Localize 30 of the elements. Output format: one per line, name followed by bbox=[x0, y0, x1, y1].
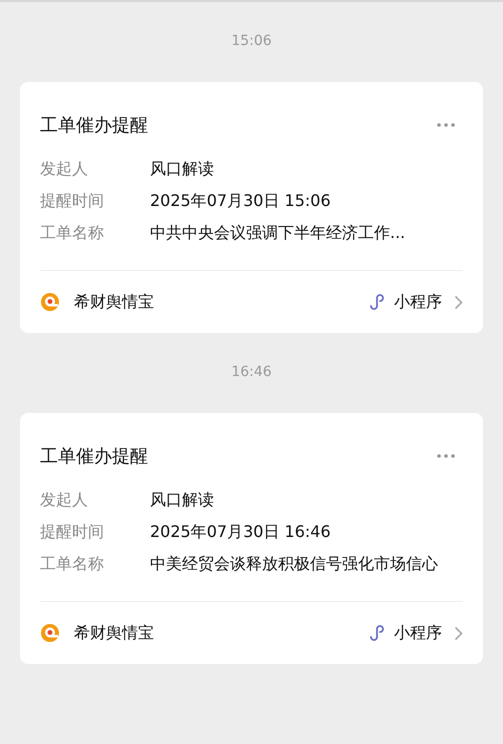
field-label: 发起人 bbox=[40, 158, 89, 180]
field-value: 2025年07月30日 16:46 bbox=[150, 521, 332, 543]
field-label: 提醒时间 bbox=[40, 521, 105, 543]
more-icon[interactable] bbox=[437, 123, 455, 127]
timestamp: 16:46 bbox=[230, 363, 273, 381]
field-value: 风口解读 bbox=[150, 158, 215, 180]
field-label: 工单名称 bbox=[40, 553, 105, 575]
message-card[interactable]: 工单催办提醒 发起人 风口解读 提醒时间 2025年07月30日 16:46 工单名称 中美经贸会谈释放积极信号强化市场信心 希财舆情宝 小程序 bbox=[20, 413, 483, 664]
field-value: 中共中央会议强调下半年经济工作... bbox=[150, 222, 406, 244]
link-icon bbox=[368, 293, 386, 311]
link-icon bbox=[368, 624, 386, 642]
field-label: 发起人 bbox=[40, 489, 89, 511]
source-name: 希财舆情宝 bbox=[74, 292, 155, 312]
field-value: 2025年07月30日 15:06 bbox=[150, 190, 332, 212]
message-card[interactable]: 工单催办提醒 发起人 风口解读 提醒时间 2025年07月30日 15:06 工单名称 中共中央会议强调下半年经济工作... 希财舆情宝 小程序 bbox=[20, 82, 483, 333]
more-icon[interactable] bbox=[437, 454, 455, 458]
timestamp: 15:06 bbox=[230, 32, 273, 50]
field-value: 风口解读 bbox=[150, 489, 215, 511]
chevron-icon bbox=[454, 294, 463, 310]
field-label: 工单名称 bbox=[40, 222, 105, 244]
chevron-icon bbox=[454, 626, 463, 640]
field-label: 提醒时间 bbox=[40, 190, 105, 212]
logo-icon bbox=[40, 623, 60, 643]
mini-program-label: 小程序 bbox=[394, 292, 442, 312]
source-name: 希财舆情宝 bbox=[74, 622, 155, 644]
mini-program-label: 小程序 bbox=[394, 622, 442, 644]
logo-icon bbox=[40, 292, 60, 312]
card-title: 工单催办提醒 bbox=[40, 114, 148, 137]
card-title: 工单催办提醒 bbox=[40, 445, 148, 468]
field-value: 中美经贸会谈释放积极信号强化市场信心 bbox=[150, 553, 439, 575]
